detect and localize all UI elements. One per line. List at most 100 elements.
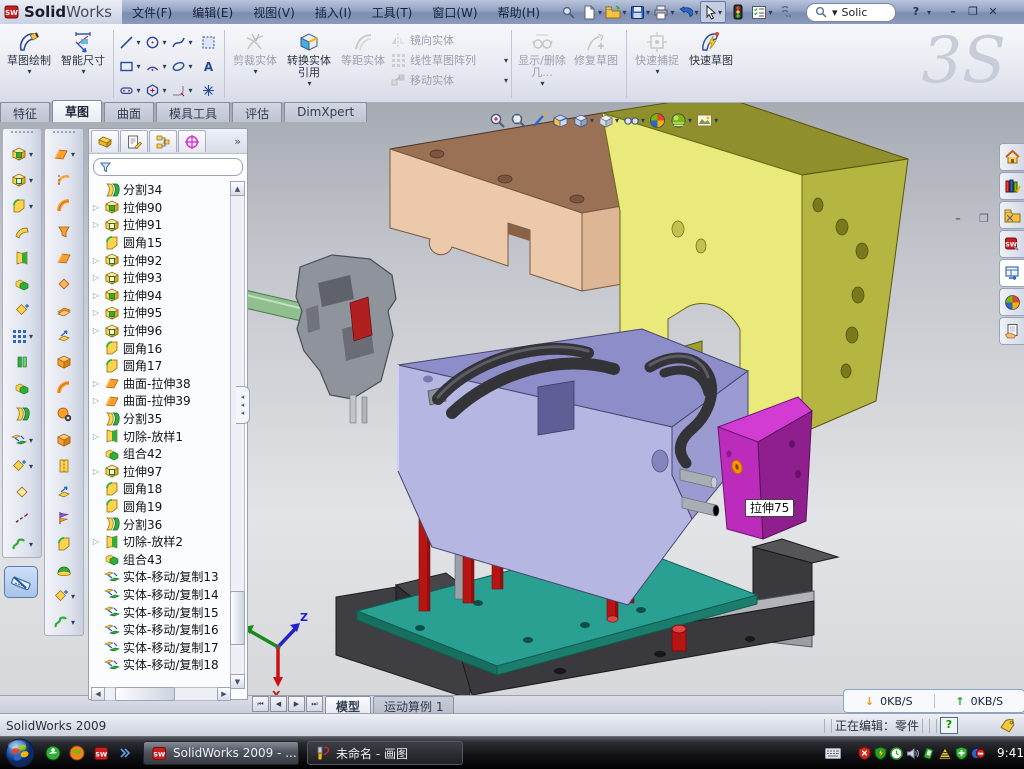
convert-entities-button[interactable]: 转换实体引用▾ (282, 26, 336, 102)
tree-item[interactable]: ▷切除-放样2 (91, 533, 229, 551)
taskbar-window-2[interactable]: 未命名 - 画图 (307, 741, 463, 765)
curve-tool-icon[interactable]: ▾ (49, 609, 79, 635)
tree-item[interactable]: 分割35 (91, 410, 229, 428)
move-body-icon[interactable]: ▾ (7, 427, 37, 453)
move-face-icon[interactable] (49, 323, 79, 349)
close-button[interactable]: ✕ (983, 4, 1003, 20)
help-dropdown-icon[interactable]: ▾ (927, 8, 931, 17)
tree-item[interactable]: 实体-移动/复制14 (91, 586, 229, 604)
expand-arrow-icon[interactable]: ▷ (91, 396, 101, 405)
dropdown-caret-icon[interactable]: ▾ (504, 56, 508, 65)
ellipse-sketch-icon[interactable]: ▾ (169, 54, 195, 78)
knit-surface-icon[interactable] (49, 453, 79, 479)
surface-sweep-icon[interactable] (49, 193, 79, 219)
search-dropdown-icon[interactable]: ▾ (832, 6, 838, 19)
expand-arrow-icon[interactable]: ▷ (91, 203, 101, 212)
curve-icon[interactable]: ▾ (7, 531, 37, 557)
circle-sketch-icon[interactable]: ▾ (143, 30, 169, 54)
tree-item[interactable]: 分割36 (91, 515, 229, 533)
scroll-right-button[interactable]: ▶ (217, 687, 231, 701)
expand-arrow-icon[interactable]: ▷ (91, 326, 101, 335)
select-cursor-icon[interactable]: ▾ (700, 1, 726, 23)
dimxpert-manager-icon[interactable] (178, 130, 206, 152)
copy-surface-icon[interactable] (49, 349, 79, 375)
arc-sketch-icon[interactable]: ▾ (143, 54, 169, 78)
tab-nav-3[interactable]: ⏭ (306, 696, 323, 712)
tree-item[interactable]: 组合43 (91, 550, 229, 568)
smart-dimension-button[interactable]: 智能尺寸▾ (56, 26, 110, 102)
tab-草图[interactable]: 草图 (52, 100, 102, 122)
tab-特征[interactable]: 特征 (0, 102, 50, 122)
dropdown-caret-icon[interactable]: ▾ (307, 79, 311, 88)
tab-nav-1[interactable]: ◀ (270, 696, 287, 712)
model-tab-2[interactable]: 运动算例 1 (373, 696, 454, 714)
trim-surface-icon[interactable] (49, 479, 79, 505)
feature-wizard-icon[interactable] (7, 297, 37, 323)
taskbar-window-1[interactable]: SWSolidWorks 2009 - ... (143, 741, 299, 765)
text-sketch-icon[interactable]: A (195, 54, 221, 78)
insert-feature-icon[interactable]: ▾ (7, 453, 37, 479)
linear-pattern-icon[interactable]: ▾ (7, 323, 37, 349)
dropdown-caret-icon[interactable]: ▾ (655, 67, 659, 76)
scroll-up-button[interactable]: ▲ (230, 181, 245, 196)
new-file-icon[interactable]: ▾ (580, 2, 604, 22)
dropdown-caret-icon[interactable]: ▾ (504, 76, 508, 85)
expand-arrow-icon[interactable]: ▷ (91, 537, 101, 546)
expand-arrow-icon[interactable]: ▷ (91, 220, 101, 229)
appearances-scenes-icon[interactable] (999, 288, 1024, 316)
point-sketch-icon[interactable] (195, 78, 221, 102)
tree-item[interactable]: ▷切除-放样1 (91, 427, 229, 445)
boundary-boss-icon[interactable] (7, 271, 37, 297)
expand-arrow-icon[interactable]: ▷ (91, 467, 101, 476)
tree-item[interactable]: ▷拉伸92 (91, 251, 229, 269)
sketch-pencil-button[interactable]: 草图绘制▾ (2, 26, 56, 102)
sync-status-icon[interactable] (971, 747, 985, 760)
messenger-icon[interactable] (43, 743, 63, 763)
rapid-sketch-button[interactable]: 快速草图 (684, 26, 738, 102)
fillet-surface-icon[interactable] (49, 531, 79, 557)
tree-item[interactable]: ▷曲面-拉伸39 (91, 392, 229, 410)
planar-surface-icon[interactable] (49, 271, 79, 297)
tab-nav-0[interactable]: ⏮ (252, 696, 269, 712)
network-warning-icon[interactable] (938, 747, 952, 760)
shield-bolt-icon[interactable] (874, 746, 887, 760)
tree-item[interactable]: 实体-移动/复制16 (91, 621, 229, 639)
surface-revolve-icon[interactable] (49, 167, 79, 193)
tree-item[interactable]: 圆角16 (91, 339, 229, 357)
tab-nav-2[interactable]: ▶ (288, 696, 305, 712)
tree-item[interactable]: 圆角17 (91, 357, 229, 375)
tree-item[interactable]: ▷曲面-拉伸38 (91, 375, 229, 393)
pickrect-sketch-icon[interactable] (195, 30, 221, 54)
polygon-sketch-icon[interactable]: ▾ (143, 78, 169, 102)
fillet-icon[interactable]: ▾ (7, 193, 37, 219)
tree-item[interactable]: 实体-移动/复制13 (91, 568, 229, 586)
custom-properties-icon[interactable] (999, 317, 1024, 345)
menu-item[interactable]: 帮助(H) (488, 2, 550, 23)
solidworks-launcher-icon[interactable]: SW (91, 743, 111, 763)
rib-icon[interactable] (7, 349, 37, 375)
model-tab-1[interactable]: 模型 (325, 696, 371, 714)
expand-arrow-icon[interactable]: ▷ (91, 273, 101, 282)
graphics-area[interactable]: Y Z X ▾▾▾▾▾ ▾▾▾▾▾▾▾ ▾▾▾ » 分割34▷拉伸90▷拉伸91… (0, 103, 1024, 695)
dropdown-caret-icon[interactable]: ▾ (540, 79, 544, 88)
tree-item[interactable]: ▷拉伸90 (91, 199, 229, 217)
surface-loft-icon[interactable] (49, 219, 79, 245)
print-icon[interactable]: ▾ (652, 2, 676, 22)
thicken-icon[interactable] (49, 505, 79, 531)
tag-icon[interactable] (1000, 719, 1016, 733)
view-palette-icon[interactable] (999, 259, 1024, 287)
panel-splitter-handle[interactable]: ◂◂◂ (236, 386, 250, 424)
expand-arrow-icon[interactable]: ▷ (91, 379, 101, 388)
extruded-cut-icon[interactable]: ▾ (7, 167, 37, 193)
menu-item[interactable]: 编辑(E) (182, 2, 243, 23)
configuration-manager-icon[interactable] (149, 130, 177, 152)
tree-item[interactable]: 实体-移动/复制15 (91, 603, 229, 621)
plane-icon[interactable] (7, 479, 37, 505)
tree-item[interactable]: ▷拉伸97 (91, 463, 229, 481)
update-clock-icon[interactable] (890, 747, 903, 760)
hide-show-items-icon[interactable]: ▾ (622, 111, 646, 130)
doc-minimize-button[interactable]: – (948, 211, 968, 227)
measure-button[interactable] (4, 566, 38, 598)
minimize-button[interactable]: – (943, 4, 963, 20)
expand-arrow-icon[interactable]: ▷ (91, 432, 101, 441)
